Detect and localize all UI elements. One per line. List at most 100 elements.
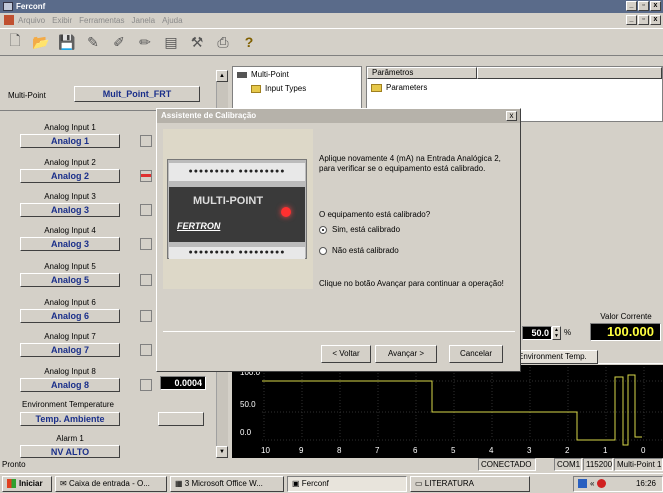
wrench-icon[interactable]: ⚒ bbox=[188, 33, 206, 51]
cancel-button[interactable]: Cancelar bbox=[449, 345, 503, 363]
tray-network-icon[interactable] bbox=[578, 479, 587, 488]
menu-exibir[interactable]: Exibir bbox=[52, 16, 72, 25]
maximize-button[interactable]: ▫ bbox=[638, 1, 649, 11]
start-button[interactable]: Iniciar bbox=[2, 475, 52, 492]
menu-ferramentas[interactable]: Ferramentas bbox=[79, 16, 124, 25]
status-indicator-icon bbox=[140, 310, 152, 322]
analog-input-label: Analog Input 2 bbox=[44, 158, 96, 167]
tree-item-input-types[interactable]: Input Types bbox=[265, 84, 306, 93]
windows-logo-icon bbox=[7, 479, 16, 488]
open-folder-icon[interactable]: 📂 bbox=[32, 33, 50, 51]
x-tick-label: 4 bbox=[489, 446, 494, 455]
parameters-item[interactable]: Parameters bbox=[386, 83, 427, 92]
brush-icon[interactable]: ✏ bbox=[136, 33, 154, 51]
current-value-display: 100.000 bbox=[590, 323, 661, 341]
child-close-button[interactable]: x bbox=[650, 15, 661, 25]
start-label: Iniciar bbox=[19, 478, 43, 488]
child-minimize-button[interactable]: _ bbox=[626, 15, 637, 25]
tab-environment-temp[interactable]: Environment Temp. bbox=[514, 350, 598, 364]
env-temp-button[interactable]: Temp. Ambiente bbox=[20, 412, 120, 426]
window-controls: _ ▫ x bbox=[626, 1, 661, 11]
child-window-controls: _ ▫ x bbox=[626, 15, 661, 25]
task-office-label: 3 Microsoft Office W... bbox=[184, 478, 263, 488]
device-label: Multi-Point bbox=[8, 91, 46, 100]
task-literatura[interactable]: ▭ LITERATURA bbox=[410, 475, 530, 492]
alarm-indicator-icon bbox=[140, 170, 152, 182]
analog-input-button[interactable]: Analog 1 bbox=[20, 134, 120, 148]
next-button[interactable]: Avançar > bbox=[375, 345, 437, 363]
menu-arquivo[interactable]: Arquivo bbox=[18, 16, 45, 25]
dialog-question: O equipamento está calibrado? bbox=[319, 210, 431, 219]
dialog-instruction: Aplique novamente 4 (mA) na Entrada Anal… bbox=[319, 154, 501, 173]
task-inbox[interactable]: ✉ Caixa de entrada - O... bbox=[55, 475, 167, 492]
env-temp-reading bbox=[158, 412, 204, 426]
tray-volume-icon[interactable]: « bbox=[590, 477, 594, 491]
status-indicator-icon bbox=[140, 238, 152, 250]
task-ferconf-label: Ferconf bbox=[301, 478, 329, 488]
analog-input-button[interactable]: Analog 3 bbox=[20, 237, 120, 251]
led-icon bbox=[281, 207, 291, 217]
menu-ajuda[interactable]: Ajuda bbox=[162, 16, 182, 25]
analog-input-button[interactable]: Analog 5 bbox=[20, 273, 120, 287]
task-office[interactable]: ▦ 3 Microsoft Office W... bbox=[170, 475, 284, 492]
dialog-title: Assistente de Calibração bbox=[157, 109, 520, 123]
analog-input-label: Analog Input 7 bbox=[44, 332, 96, 341]
close-button[interactable]: x bbox=[650, 1, 661, 11]
radio-selected-icon[interactable] bbox=[319, 226, 327, 234]
analog-input-button[interactable]: Analog 6 bbox=[20, 309, 120, 323]
analog-input-label: Analog Input 6 bbox=[44, 298, 96, 307]
scroll-up-arrow-icon[interactable]: ▲ bbox=[216, 70, 228, 82]
parameters-header-col2[interactable] bbox=[477, 67, 662, 79]
scroll-down-arrow-icon[interactable]: ▼ bbox=[216, 446, 228, 458]
analog-input-button[interactable]: Analog 8 bbox=[20, 378, 120, 392]
status-bar: Pronto CONECTADO COM1 115200 Multi-Point… bbox=[0, 458, 663, 472]
x-tick-label: 3 bbox=[527, 446, 532, 455]
alarm-button[interactable]: NV ALTO bbox=[20, 445, 120, 458]
radio-yes[interactable]: Sim, está calibrado bbox=[319, 225, 400, 235]
new-file-icon[interactable]: 🗋 bbox=[6, 32, 24, 51]
task-literatura-label: LITERATURA bbox=[424, 478, 474, 488]
status-indicator-icon bbox=[140, 344, 152, 356]
help-icon[interactable]: ? bbox=[240, 33, 258, 51]
back-button[interactable]: < Voltar bbox=[321, 345, 371, 363]
status-text: Pronto bbox=[2, 460, 26, 469]
device-icon bbox=[237, 71, 247, 78]
tray-shield-icon[interactable] bbox=[597, 479, 607, 488]
menu-doc-icon bbox=[4, 15, 14, 25]
menu-janela[interactable]: Janela bbox=[132, 16, 156, 25]
status-indicator-icon bbox=[140, 204, 152, 216]
child-restore-button[interactable]: ▫ bbox=[638, 15, 649, 25]
status-baud: 115200 bbox=[583, 458, 613, 471]
pencil-icon[interactable]: ✎ bbox=[84, 33, 102, 51]
x-tick-label: 8 bbox=[337, 446, 342, 455]
parameters-header[interactable]: Parâmetros bbox=[367, 67, 477, 79]
radio-unselected-icon[interactable] bbox=[319, 247, 327, 255]
minimize-button[interactable]: _ bbox=[626, 1, 637, 11]
current-value-label: Valor Corrente bbox=[600, 312, 652, 321]
setpoint-spinner[interactable]: ▲ ▼ bbox=[552, 326, 561, 340]
setpoint-field[interactable]: 50.0 bbox=[522, 326, 552, 340]
radio-no[interactable]: Não está calibrado bbox=[319, 246, 399, 256]
status-indicator-icon bbox=[140, 379, 152, 391]
x-tick-label: 10 bbox=[261, 446, 270, 455]
save-icon[interactable]: 💾 bbox=[58, 33, 76, 51]
print-icon[interactable]: ⎙ bbox=[214, 33, 232, 51]
radio-no-label: Não está calibrado bbox=[332, 246, 399, 255]
parameters-icon bbox=[371, 83, 382, 92]
task-ferconf[interactable]: ▣ Ferconf bbox=[287, 475, 407, 492]
analog-input-button[interactable]: Analog 2 bbox=[20, 169, 120, 183]
tree-root[interactable]: Multi-Point bbox=[251, 70, 289, 79]
trend-graph-svg: 100.0 50.0 0.0 10 9 8 7 6 5 4 3 2 1 0 bbox=[240, 367, 663, 455]
y-tick-50: 50.0 bbox=[240, 400, 256, 409]
chart-icon[interactable]: ▤ bbox=[162, 33, 180, 51]
status-indicator-icon bbox=[140, 135, 152, 147]
dialog-close-icon[interactable]: x bbox=[506, 111, 517, 121]
x-tick-label: 6 bbox=[413, 446, 418, 455]
window-title: Ferconf bbox=[16, 2, 46, 11]
menu-bar: Arquivo Exibir Ferramentas Janela Ajuda bbox=[0, 13, 663, 27]
pencil-edit-icon[interactable]: ✐ bbox=[110, 33, 128, 51]
analog-input-button[interactable]: Analog 3 bbox=[20, 203, 120, 217]
device-name-button[interactable]: Mult_Point_FRT bbox=[74, 86, 200, 102]
status-port: COM1 bbox=[554, 458, 582, 471]
analog-input-button[interactable]: Analog 7 bbox=[20, 343, 120, 357]
